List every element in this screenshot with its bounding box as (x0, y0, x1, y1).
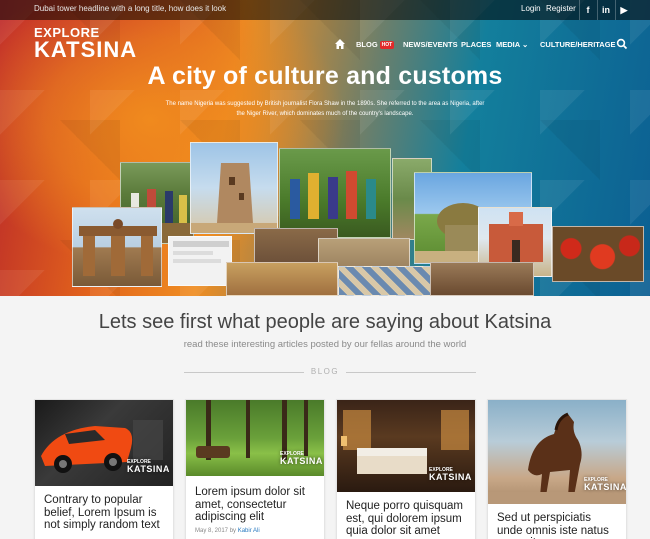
nav-culture-heritage[interactable]: CULTURE/HERITAGE (540, 40, 616, 49)
nav-blog[interactable]: BLOG HOT (356, 40, 395, 49)
youtube-icon[interactable]: ▶ (615, 0, 632, 20)
card-watermark: EXPLORE KATSINA (429, 467, 472, 482)
card-title[interactable]: Contrary to popular belief, Lorem Ipsum … (44, 494, 165, 532)
search-icon[interactable] (616, 38, 628, 50)
card-watermark: EXPLORE KATSINA (280, 451, 323, 466)
top-bar: Dubai tower headline with a long title, … (0, 0, 650, 20)
card-date: May 8, 2017 by (195, 528, 237, 534)
card-image-horse[interactable]: EXPLORE KATSINA (488, 400, 626, 504)
nav-media[interactable]: MEDIA ⌄ (496, 40, 528, 49)
card-meta: May 8, 2017 by Kabir Ali (195, 528, 260, 534)
card-title[interactable]: Lorem ipsum dolor sit amet, consectetur … (195, 486, 316, 524)
nav-blog-label: BLOG (356, 40, 378, 49)
card-watermark: EXPLORE KATSINA (584, 477, 626, 492)
collage-photo-bags (430, 262, 534, 296)
hero-title: A city of culture and customs (147, 62, 503, 90)
collage-photo-gate (72, 207, 162, 287)
home-icon[interactable] (334, 38, 346, 50)
card-watermark: EXPLORE KATSINA (127, 459, 170, 474)
section-subtitle: read these interesting articles posted b… (183, 339, 467, 350)
card-title[interactable]: Neque porro quisquam est, qui dolorem ip… (346, 500, 467, 538)
site-logo[interactable]: EXPLORE KATSINA (34, 26, 137, 61)
collage-photo-riders (226, 262, 338, 296)
collage-photo-women (279, 148, 391, 238)
card-image-car[interactable]: EXPLORE KATSINA (35, 400, 173, 486)
hot-badge: HOT (379, 41, 395, 49)
register-link[interactable]: Register (546, 4, 576, 13)
linkedin-icon[interactable]: in (597, 0, 614, 20)
login-link[interactable]: Login (521, 4, 541, 13)
hero-banner: Dubai tower headline with a long title, … (0, 0, 650, 296)
section-title: Lets see first what people are saying ab… (98, 311, 552, 333)
nav-news-events[interactable]: NEWS/EVENTS (403, 40, 458, 49)
collage-photo-screenshot (168, 236, 232, 286)
nav-places[interactable]: PLACES (461, 40, 491, 49)
card-image-bedroom[interactable]: EXPLORE KATSINA (337, 400, 475, 492)
collage-photo-tower (190, 142, 278, 234)
card-author-link[interactable]: Kabir Ali (238, 528, 260, 534)
card-title[interactable]: Sed ut perspiciatis unde omnis iste natu… (497, 512, 618, 539)
collage-photo-peppers (552, 226, 644, 282)
blog-section-label: BLOG (310, 367, 340, 376)
logo-line-2: KATSINA (34, 37, 138, 62)
blog-card-2[interactable]: EXPLORE KATSINA Lorem ipsum dolor sit ame… (185, 399, 325, 539)
blog-card-1[interactable]: EXPLORE KATSINA Contrary to popular belie… (34, 399, 174, 539)
facebook-icon[interactable]: f (579, 0, 596, 20)
hero-description: The name Nigeria was suggested by Britis… (165, 101, 485, 117)
blog-card-3[interactable]: EXPLORE KATSINA Neque porro quisquam est,… (336, 399, 476, 539)
card-image-forest[interactable]: EXPLORE KATSINA (186, 400, 324, 476)
top-headline[interactable]: Dubai tower headline with a long title, … (34, 4, 226, 13)
collage-photo-cloth (338, 266, 434, 296)
blog-card-4[interactable]: EXPLORE KATSINA Sed ut perspiciatis unde … (487, 399, 627, 539)
